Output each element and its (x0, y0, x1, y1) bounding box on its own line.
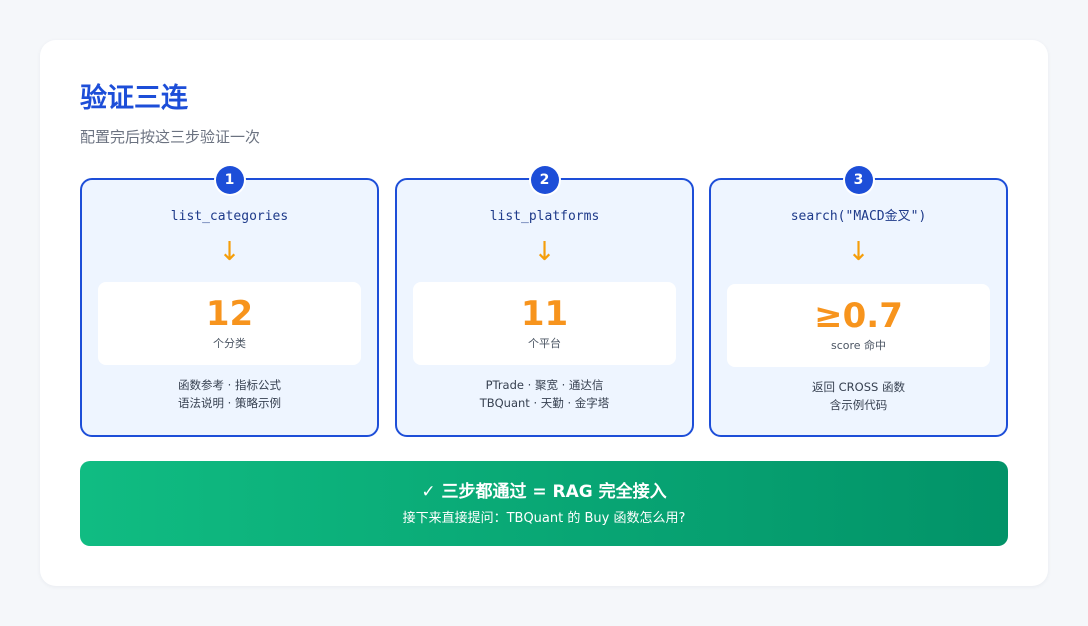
step-number-badge: 3 (844, 166, 873, 194)
down-arrow-icon: ↓ (847, 237, 870, 267)
step-command: list_categories (170, 209, 289, 224)
page-subtitle: 配置完后按这三步验证一次 (80, 128, 261, 146)
step-description: 返回 CROSS 函数 含示例代码 (711, 378, 1006, 414)
step-number-badge: 1 (215, 166, 244, 194)
verification-panel: 验证三连 配置完后按这三步验证一次 1 list_categories ↓ 12… (40, 40, 1048, 586)
step-description-line: PTrade · 聚宽 · 通达信 (485, 378, 604, 392)
step-result-box: ≥0.7 score 命中 (727, 284, 990, 367)
step-result-box: 12 个分类 (98, 282, 361, 365)
step-result-box: 11 个平台 (413, 282, 676, 365)
step-result-value: 12 (205, 294, 254, 334)
step-description-line: 返回 CROSS 函数 (812, 380, 905, 394)
step-description-line: 函数参考 · 指标公式 (178, 378, 281, 392)
step-card-3: 3 search("MACD金叉") ↓ ≥0.7 score 命中 返回 CR… (709, 166, 1008, 437)
step-result-unit: 个平台 (528, 337, 561, 350)
success-banner-subtitle: 接下来直接提问：TBQuant 的 Buy 函数怎么用? (402, 511, 686, 526)
down-arrow-icon: ↓ (218, 237, 241, 267)
step-result-unit: score 命中 (830, 339, 887, 352)
step-description-line: 语法说明 · 策略示例 (178, 396, 281, 410)
step-card-2: 2 list_platforms ↓ 11 个平台 PTrade · 聚宽 · … (395, 166, 694, 437)
step-description: PTrade · 聚宽 · 通达信 TBQuant · 天勤 · 金字塔 (397, 376, 692, 412)
step-command: search("MACD金叉") (790, 209, 927, 224)
success-banner-title: ✓ 三步都通过 = RAG 完全接入 (421, 482, 667, 502)
down-arrow-icon: ↓ (533, 237, 556, 267)
step-command: list_platforms (489, 209, 600, 224)
step-description-line: TBQuant · 天勤 · 金字塔 (479, 396, 610, 410)
step-description-line: 含示例代码 (829, 398, 888, 412)
success-banner: ✓ 三步都通过 = RAG 完全接入 接下来直接提问：TBQuant 的 Buy… (80, 461, 1008, 546)
step-result-value: 11 (520, 294, 569, 334)
step-number-badge: 2 (530, 166, 559, 194)
step-result-unit: 个分类 (213, 337, 246, 350)
steps-row: 1 list_categories ↓ 12 个分类 函数参考 · 指标公式 语… (80, 166, 1008, 437)
step-description: 函数参考 · 指标公式 语法说明 · 策略示例 (82, 376, 377, 412)
page-title: 验证三连 (80, 83, 188, 114)
step-result-value: ≥0.7 (814, 296, 903, 336)
step-card-1: 1 list_categories ↓ 12 个分类 函数参考 · 指标公式 语… (80, 166, 379, 437)
